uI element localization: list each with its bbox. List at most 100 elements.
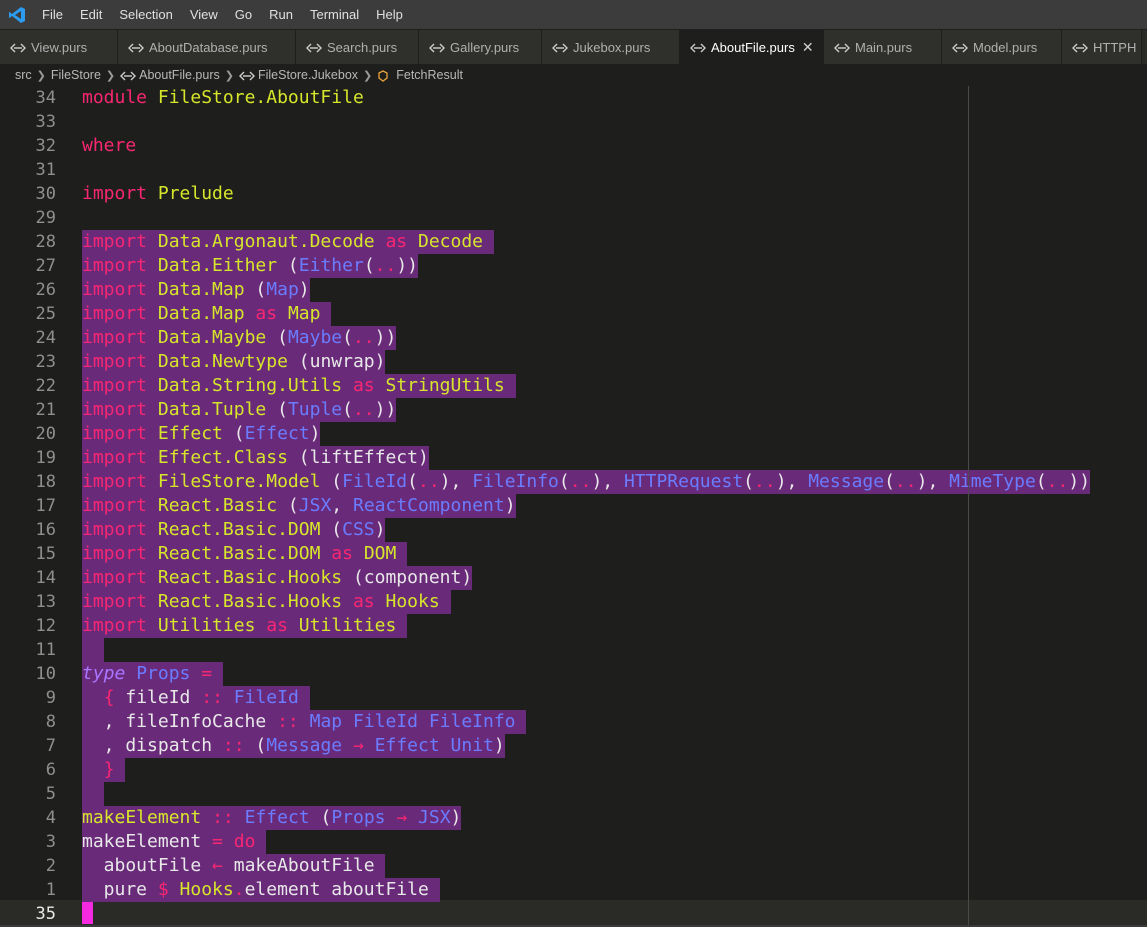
- purescript-file-icon: [1072, 41, 1088, 53]
- code-line[interactable]: 28 import Data.Argonaut.Decode as Decode: [0, 230, 1147, 254]
- code-line[interactable]: 26 import Data.Map (Map): [0, 278, 1147, 302]
- line-number: 9: [45, 688, 56, 708]
- code-line[interactable]: 30 import Prelude: [0, 182, 1147, 206]
- code-line[interactable]: 21 import Data.Tuple (Tuple(..)): [0, 398, 1147, 422]
- code-token: )): [1068, 471, 1091, 492]
- menu-go[interactable]: Go: [227, 0, 261, 29]
- code-text: makeElement = do: [82, 830, 267, 854]
- code-line[interactable]: 16 import React.Basic.DOM (CSS): [0, 518, 1147, 542]
- code-line[interactable]: 23 import Data.Newtype (unwrap): [0, 350, 1147, 374]
- code-line[interactable]: 27 import Data.Either (Either(..)): [0, 254, 1147, 278]
- tab-model-purs[interactable]: Model.purs: [942, 30, 1062, 64]
- code-line[interactable]: 25 import Data.Map as Map: [0, 302, 1147, 326]
- close-icon[interactable]: ✕: [802, 39, 814, 56]
- code-token: import: [82, 183, 148, 204]
- code-token: import: [82, 327, 148, 348]
- menu-run[interactable]: Run: [261, 0, 302, 29]
- line-number: 7: [45, 736, 56, 756]
- code-token: {: [103, 687, 115, 708]
- code-token: (: [1035, 471, 1047, 492]
- breadcrumb-item[interactable]: AboutFile.purs: [139, 68, 220, 82]
- tab-aboutdatabase-purs[interactable]: AboutDatabase.purs: [118, 30, 296, 64]
- code-token: import: [82, 303, 148, 324]
- code-line[interactable]: 6 }: [0, 758, 1147, 782]
- menu-help[interactable]: Help: [368, 0, 412, 29]
- code-token: import: [82, 255, 148, 276]
- code-line[interactable]: 18 import FileStore.Model (FileId(..), Fi…: [0, 470, 1147, 494]
- code-token: Effect Unit: [374, 735, 494, 756]
- tab-httph[interactable]: HTTPH: [1062, 30, 1142, 64]
- tab-jukebox-purs[interactable]: Jukebox.purs: [542, 30, 680, 64]
- code-token: import: [82, 375, 148, 396]
- menu-selection[interactable]: Selection: [111, 0, 181, 29]
- breadcrumb: src ❯ FileStore ❯ AboutFile.purs ❯ FileStore.J…: [0, 64, 1147, 86]
- code-line[interactable]: 32 where: [0, 134, 1147, 158]
- menu-file[interactable]: File: [34, 0, 72, 29]
- code-line[interactable]: 19 import Effect.Class (liftEffect): [0, 446, 1147, 470]
- code-line[interactable]: 15 import React.Basic.DOM as DOM: [0, 542, 1147, 566]
- code-token: React.Basic.DOM: [157, 519, 321, 540]
- code-editor[interactable]: 34 module FileStore.AboutFile 33 32 where 31 3…: [0, 86, 1147, 927]
- code-line[interactable]: 3 makeElement = do: [0, 830, 1147, 854]
- code-line[interactable]: 20 import Effect (Effect): [0, 422, 1147, 446]
- code-token: Props: [331, 807, 386, 828]
- code-token: import: [82, 471, 148, 492]
- code-line[interactable]: 7 , dispatch :: (Message → Effect Unit): [0, 734, 1147, 758]
- breadcrumb-item[interactable]: FileStore: [51, 68, 101, 82]
- code-line[interactable]: 5: [0, 782, 1147, 806]
- code-line[interactable]: 13 import React.Basic.Hooks as Hooks: [0, 590, 1147, 614]
- tab-gallery-purs[interactable]: Gallery.purs: [419, 30, 542, 64]
- menu-edit[interactable]: Edit: [72, 0, 111, 29]
- code-line[interactable]: 29: [0, 206, 1147, 230]
- code-line[interactable]: 2 aboutFile ← makeAboutFile: [0, 854, 1147, 878]
- code-token: React.Basic.DOM: [157, 543, 321, 564]
- tab-main-purs[interactable]: Main.purs: [824, 30, 942, 64]
- code-line[interactable]: 31: [0, 158, 1147, 182]
- code-token: ),: [916, 471, 950, 492]
- menu-view[interactable]: View: [182, 0, 227, 29]
- code-line[interactable]: 12 import Utilities as Utilities: [0, 614, 1147, 638]
- code-line[interactable]: 34 module FileStore.AboutFile: [0, 86, 1147, 110]
- code-token: as: [266, 615, 288, 636]
- line-number: 13: [35, 592, 56, 612]
- code-line[interactable]: 1 pure $ Hooks.element aboutFile: [0, 878, 1147, 902]
- code-token: fileId: [114, 687, 202, 708]
- tab-view-purs[interactable]: View.purs: [0, 30, 118, 64]
- code-line[interactable]: 22 import Data.String.Utils as StringUtil…: [0, 374, 1147, 398]
- breadcrumb-item[interactable]: FileStore.Jukebox: [258, 68, 358, 82]
- menu-terminal[interactable]: Terminal: [302, 0, 368, 29]
- code-line[interactable]: 14 import React.Basic.Hooks (component): [0, 566, 1147, 590]
- code-line[interactable]: 10 type Props =: [0, 662, 1147, 686]
- code-token: Map: [287, 303, 321, 324]
- code-token: (: [884, 471, 895, 492]
- breadcrumb-item[interactable]: FetchResult: [396, 68, 463, 82]
- line-number: 4: [45, 808, 56, 828]
- code-token: Message: [808, 471, 885, 492]
- code-token: Hooks: [385, 591, 440, 612]
- code-line[interactable]: 4 makeElement :: Effect (Props → JSX): [0, 806, 1147, 830]
- code-line[interactable]: 35: [0, 902, 1147, 926]
- chevron-right-icon: ❯: [36, 69, 46, 82]
- code-line[interactable]: 17 import React.Basic (JSX, ReactComponen…: [0, 494, 1147, 518]
- code-token: HTTPRequest: [623, 471, 744, 492]
- tab-search-purs[interactable]: Search.purs: [296, 30, 419, 64]
- breadcrumb-item[interactable]: src: [15, 68, 32, 82]
- tab-aboutfile-purs[interactable]: AboutFile.purs ✕: [680, 30, 824, 64]
- code-line[interactable]: 8 , fileInfoCache :: Map FileId FileInfo: [0, 710, 1147, 734]
- code-line[interactable]: 11: [0, 638, 1147, 662]
- code-line[interactable]: 9 { fileId :: FileId: [0, 686, 1147, 710]
- code-token: ..: [894, 471, 917, 492]
- code-line[interactable]: 33: [0, 110, 1147, 134]
- code-token: →: [352, 735, 364, 756]
- line-number: 8: [45, 712, 56, 732]
- code-line[interactable]: 24 import Data.Maybe (Maybe(..)): [0, 326, 1147, 350]
- line-number: 17: [35, 496, 56, 516]
